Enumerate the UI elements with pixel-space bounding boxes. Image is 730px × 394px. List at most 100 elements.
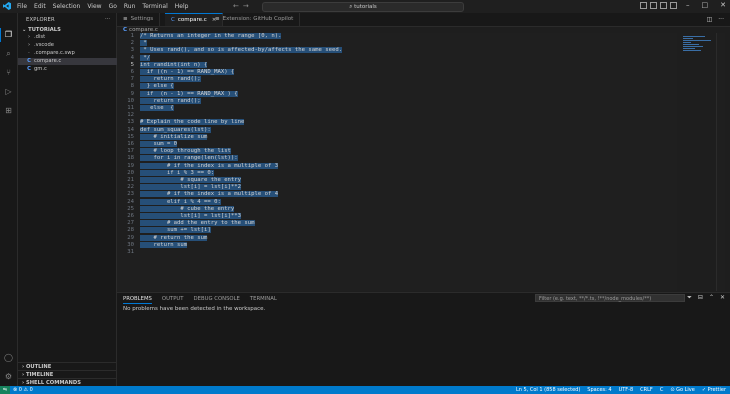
section-timeline[interactable]: › TIMELINE <box>18 370 116 378</box>
line-number: 9 <box>130 90 134 97</box>
minimize-icon[interactable]: – <box>686 1 690 9</box>
tab-extension-github-copilot[interactable]: ≡ Extension: GitHub Copilot <box>209 13 301 26</box>
line-text: return rand(); <box>140 76 201 83</box>
customize-layout-icon[interactable] <box>670 2 677 9</box>
explorer-sidebar: EXPLORER ··· ⌄ TUTORIALS › .dist › .vscode ·… <box>18 13 124 386</box>
file-icon: · <box>28 50 30 56</box>
account-icon[interactable]: ◯ <box>4 353 13 362</box>
forward-arrow-icon[interactable]: → <box>243 2 249 10</box>
search-view-icon[interactable]: ⌕ <box>4 49 13 58</box>
line-number: 3 <box>130 47 134 54</box>
toggle-sidebar-icon[interactable] <box>640 2 647 9</box>
panel-tab-terminal[interactable]: TERMINAL <box>250 296 277 304</box>
status-item[interactable]: Spaces: 4 <box>587 386 611 394</box>
menu-item-view[interactable]: View <box>87 3 101 10</box>
explorer-item-gm-c[interactable]: Cgm.c <box>18 66 124 73</box>
tab-settings[interactable]: ≡ Settings <box>117 13 161 26</box>
explorer-item-vscode[interactable]: › .vscode <box>18 42 124 49</box>
explorer-item-dist[interactable]: › .dist <box>18 34 124 41</box>
selected-text: sum += lst[i] <box>140 227 211 234</box>
line-number: 8 <box>130 83 134 90</box>
section-outline[interactable]: › OUTLINE <box>18 362 116 370</box>
status-item[interactable]: ✓ Prettier <box>702 386 726 394</box>
menu-item-terminal[interactable]: Terminal <box>142 3 167 10</box>
settings-gear-icon[interactable]: ⚙ <box>4 372 13 381</box>
menu-item-edit[interactable]: Edit <box>34 3 46 10</box>
chevron-right-icon: › <box>27 42 31 48</box>
line-text: * <box>140 40 147 47</box>
explorer-icon[interactable]: ❐ <box>4 30 13 39</box>
close-window-icon[interactable]: ✕ <box>720 1 726 9</box>
code-editor[interactable]: 1 /* Returns an integer in the range [0, … <box>117 33 677 291</box>
status-item[interactable]: CRLF <box>640 386 653 394</box>
menu-item-go[interactable]: Go <box>109 3 117 10</box>
status-item[interactable]: UTF-8 <box>619 386 634 394</box>
selected-text: # return the sum <box>140 234 208 241</box>
collapse-all-icon[interactable]: ⊟ <box>698 294 703 302</box>
maximize-panel-icon[interactable]: ⌃ <box>709 294 714 302</box>
panel-tab-problems[interactable]: PROBLEMS <box>123 296 152 304</box>
status-item[interactable]: Ln 5, Col 1 (858 selected) <box>516 386 580 394</box>
selected-text: def sum_squares(lst): <box>140 126 211 133</box>
minimap[interactable] <box>683 36 713 56</box>
selected-text: # square the entry <box>140 177 242 183</box>
back-arrow-icon[interactable]: ← <box>233 2 239 10</box>
settings-file-icon: ≡ <box>123 16 128 22</box>
status-item[interactable]: C <box>660 386 664 394</box>
section-shell-commands[interactable]: › SHELL COMMANDS <box>18 378 116 386</box>
toggle-panel-icon[interactable] <box>650 2 657 9</box>
tab-label: Extension: GitHub Copilot <box>222 16 294 22</box>
line-number: 14 <box>127 126 134 133</box>
menu-item-file[interactable]: File <box>17 3 27 10</box>
line-text: if ((n - 1) == RAND_MAX) { <box>140 69 235 76</box>
line-number: 17 <box>127 148 134 155</box>
active-indicator <box>0 28 1 42</box>
line-text: /* Returns an integer in the range [0, n… <box>140 33 282 40</box>
more-editor-actions-icon[interactable]: ··· <box>718 16 724 23</box>
line-number: 29 <box>127 234 134 241</box>
line-number: 18 <box>127 155 134 162</box>
nav-arrows: ← → <box>233 2 249 10</box>
filter-icon[interactable]: ⏷ <box>687 294 692 302</box>
split-editor-icon[interactable]: ◫ <box>707 16 713 23</box>
problems-filter-input[interactable]: Filter (e.g. text, **/*.ts, !**/node_mod… <box>535 294 685 302</box>
more-actions-icon[interactable]: ··· <box>105 16 110 22</box>
line-number: 25 <box>127 205 134 212</box>
toggle-secondary-sidebar-icon[interactable] <box>660 2 667 9</box>
menu-item-run[interactable]: Run <box>124 3 136 10</box>
menu-item-help[interactable]: Help <box>175 3 189 10</box>
command-center-search[interactable]: ⌕ tutorials <box>262 2 464 12</box>
folder-header[interactable]: ⌄ TUTORIALS <box>22 27 61 33</box>
editor-scrollbar[interactable] <box>716 33 725 291</box>
panel-tab-output[interactable]: OUTPUT <box>162 296 184 304</box>
explorer-item-label: .dist <box>34 34 46 40</box>
c-file-icon: C <box>171 17 175 23</box>
selected-text: lst[i] = lst[i]**2 <box>140 184 242 191</box>
line-number: 11 <box>127 105 134 111</box>
selected-text: else { <box>140 105 174 111</box>
explorer-item-compare-c[interactable]: Ccompare.c <box>18 58 124 65</box>
line-text: int randint(int n) { <box>140 61 208 69</box>
maximize-icon[interactable]: □ <box>702 1 709 9</box>
run-debug-icon[interactable]: ▷ <box>4 87 13 96</box>
explorer-item-compare-c-swp[interactable]: · .compare.c.swp <box>18 50 124 57</box>
panel-tab-debug-console[interactable]: DEBUG CONSOLE <box>194 296 240 304</box>
selected-text: */ <box>140 54 151 61</box>
problems-message: No problems have been detected in the wo… <box>123 306 266 312</box>
remote-indicator-icon[interactable]: ⇋ <box>0 386 10 394</box>
settings-file-icon: ≡ <box>215 16 220 22</box>
line-text: # add the entry to the sum <box>140 220 255 227</box>
line-number: 28 <box>127 227 134 234</box>
line-text: # if the index is a multiple of 3 <box>140 162 279 170</box>
close-panel-icon[interactable]: ✕ <box>720 294 725 302</box>
status-item[interactable]: ⊙ Go Live <box>670 386 695 394</box>
title-bar: File Edit Selection View Go Run Terminal Help ←… <box>0 0 730 14</box>
line-text: # return the sum <box>140 234 208 242</box>
source-control-icon[interactable]: ⑂ <box>4 68 13 77</box>
vscode-logo-icon <box>3 2 11 10</box>
line-text: } else { <box>140 83 174 90</box>
extensions-icon[interactable]: ⊞ <box>4 106 13 115</box>
problems-count[interactable]: ⊗ 0 ⚠ 0 <box>13 386 33 394</box>
line-number: 26 <box>127 213 134 219</box>
menu-item-selection[interactable]: Selection <box>53 3 81 10</box>
